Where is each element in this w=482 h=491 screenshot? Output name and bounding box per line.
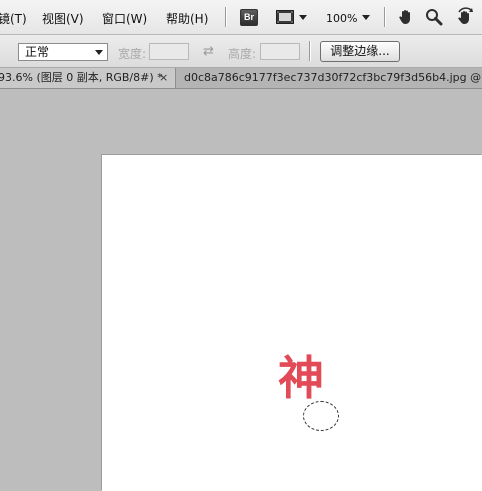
hand-icon	[399, 10, 410, 24]
menu-window[interactable]: 窗口(W)	[102, 10, 147, 27]
hand-tool-button[interactable]	[396, 8, 416, 26]
tab-title: d0c8a786c9177f3ec737d30f72cf3bc79f3d56b4…	[184, 71, 482, 84]
refine-edge-button[interactable]: 调整边缘...	[320, 41, 400, 62]
menu-separator	[225, 7, 227, 27]
menu-help[interactable]: 帮助(H)	[166, 10, 208, 27]
menu-view[interactable]: 视图(V)	[42, 10, 84, 27]
height-field[interactable]	[260, 43, 300, 60]
document-canvas[interactable]: 神	[102, 155, 482, 491]
options-separator	[309, 41, 311, 61]
magnifier-icon	[426, 9, 443, 26]
toolbar-separator	[384, 7, 386, 27]
zoom-level[interactable]: 100%	[326, 12, 357, 25]
zoom-tool-button[interactable]	[424, 8, 444, 26]
chevron-down-icon	[299, 15, 307, 20]
style-dropdown-value: 正常	[25, 45, 50, 59]
film-strip-icon	[276, 10, 294, 24]
close-icon[interactable]: ×	[159, 68, 168, 88]
rotate-view-icon	[458, 7, 473, 24]
workspace[interactable]: 神	[0, 89, 482, 491]
width-label: 宽度:	[118, 47, 147, 61]
document-tab-bar: 93.6% (图层 0 副本, RGB/8#) * × d0c8a786c917…	[0, 68, 482, 89]
options-bar: 正常 宽度: ⇄ 高度: 调整边缘...	[0, 35, 482, 68]
zoom-dropdown-icon[interactable]	[362, 15, 370, 20]
tab-title: 93.6% (图层 0 副本, RGB/8#) *	[0, 71, 163, 84]
swap-icon[interactable]: ⇄	[203, 44, 214, 59]
bridge-icon[interactable]: Br	[240, 9, 258, 26]
menu-bar: 镜(T) 视图(V) 窗口(W) 帮助(H) Br 100%	[0, 0, 482, 35]
menu-filter[interactable]: 镜(T)	[0, 10, 27, 27]
tab-active-document[interactable]: 93.6% (图层 0 副本, RGB/8#) * ×	[0, 68, 176, 88]
rotate-view-button[interactable]	[454, 7, 476, 27]
elliptical-selection[interactable]	[303, 401, 339, 431]
view-extras-button[interactable]	[276, 9, 307, 25]
chevron-down-icon	[95, 50, 103, 55]
height-label: 高度:	[228, 47, 257, 61]
tab-other-document[interactable]: d0c8a786c9177f3ec737d30f72cf3bc79f3d56b4…	[177, 68, 482, 88]
width-field[interactable]	[149, 43, 189, 60]
style-dropdown[interactable]: 正常	[18, 43, 108, 61]
canvas-glyph: 神	[278, 351, 324, 405]
